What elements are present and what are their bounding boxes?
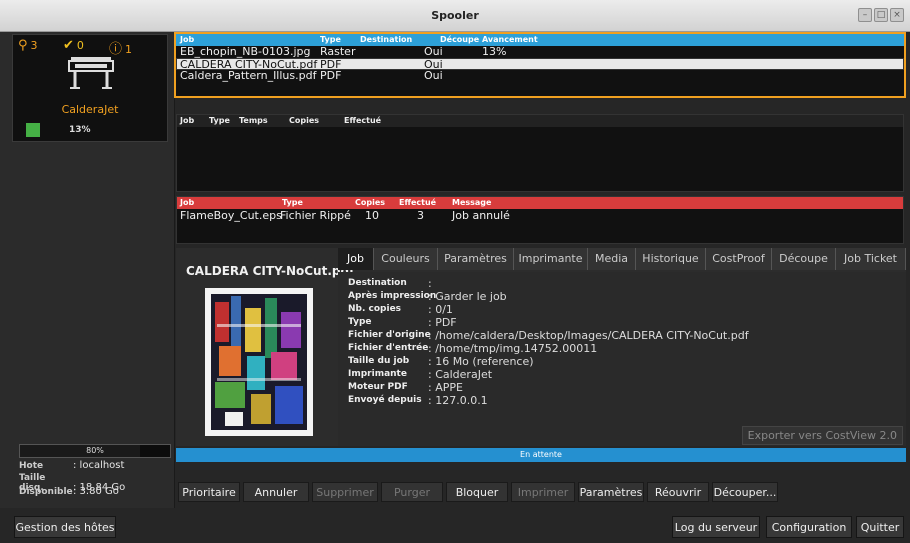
gestion-hotes-button[interactable]: Gestion des hôtes [14, 516, 116, 538]
title-bar: Spooler – □ × [0, 0, 910, 32]
host-row: Hote: localhost [19, 460, 125, 471]
info-moteur-pdf: Moteur PDF: APPE [348, 381, 463, 394]
maximize-icon[interactable]: □ [874, 8, 888, 22]
done-stat: ✔ 0 [63, 38, 84, 53]
job-title: CALDERA CITY-NoCut.pdf [186, 264, 355, 278]
annuler-button[interactable]: Annuler [243, 482, 309, 502]
error-queue-table[interactable]: Job Type Copies Effectué Message FlameBo… [176, 196, 904, 244]
window-title: Spooler [431, 9, 479, 22]
tab-media[interactable]: Media [588, 248, 636, 270]
table-row[interactable]: EB_chopin_NB-0103.jpg Raster Oui 13% [176, 45, 904, 58]
table-row[interactable]: Caldera_Pattern_Illus.pdf PDF Oui [176, 69, 904, 82]
reouvrir-button[interactable]: Réouvrir [647, 482, 709, 502]
purger-button[interactable]: Purger [381, 482, 443, 502]
info-nb-copies: Nb. copies: 0/1 [348, 303, 453, 316]
imprimer-button[interactable]: Imprimer [511, 482, 575, 502]
printer-card[interactable]: ⚲ 3 ✔ 0 ⓘ 1 CalderaJet 13% [12, 34, 168, 142]
close-icon[interactable]: × [890, 8, 904, 22]
printer-progress-indicator [26, 123, 40, 137]
job-details: CALDERA CITY-NoCut.pdf Job Couleurs Para… [176, 248, 906, 446]
tab-job-ticket[interactable]: Job Ticket [836, 248, 906, 270]
tab-job[interactable]: Job [338, 248, 374, 270]
table-row[interactable]: FlameBoy_Cut.eps Fichier Rippé 10 3 Job … [177, 209, 903, 222]
info-imprimante: Imprimante: CalderaJet [348, 368, 493, 381]
tab-parametres[interactable]: Paramètres [438, 248, 514, 270]
done-queue-table[interactable]: Job Type Temps Copies Effectué [176, 114, 904, 192]
supprimer-button[interactable]: Supprimer [312, 482, 378, 502]
disk-usage-text: 80% [86, 446, 104, 455]
info-type: Type: PDF [348, 316, 457, 329]
info-fichier-origine: Fichier d'origine: /home/caldera/Desktop… [348, 329, 749, 342]
printer-icon [68, 57, 114, 89]
active-queue-table[interactable]: Job Type Destination Découpe Avancement … [174, 32, 906, 98]
table-header: Job Type Temps Copies Effectué [177, 115, 903, 127]
details-tabs: Job Couleurs Paramètres Imprimante Media… [338, 248, 906, 270]
table-header: Job Type Copies Effectué Message [177, 197, 903, 209]
info-apres-impression: Après impression: Garder le job [348, 290, 507, 303]
thumbnail-image [211, 294, 307, 430]
info-destination: Destination: [348, 277, 432, 290]
tab-historique[interactable]: Historique [636, 248, 706, 270]
log-serveur-button[interactable]: Log du serveur [672, 516, 760, 538]
configuration-button[interactable]: Configuration [766, 516, 852, 538]
bloquer-button[interactable]: Bloquer [446, 482, 508, 502]
info-envoye-depuis: Envoyé depuis: 127.0.0.1 [348, 394, 488, 407]
info-taille-job: Taille du job: 16 Mo (reference) [348, 355, 534, 368]
export-costview-button[interactable]: Exporter vers CostView 2.0 [741, 426, 903, 445]
job-info-panel: Destination: Après impression: Garder le… [338, 272, 906, 446]
parametres-button[interactable]: Paramètres [578, 482, 644, 502]
tab-imprimante[interactable]: Imprimante [514, 248, 588, 270]
status-text: En attente [520, 450, 562, 459]
info-fichier-entree: Fichier d'entrée: /home/tmp/img.14752.00… [348, 342, 598, 355]
printer-progress: 13% [69, 125, 91, 135]
job-thumbnail[interactable] [205, 288, 313, 436]
disk-usage-bar: 80% [19, 444, 171, 458]
printer-name: CalderaJet [61, 103, 119, 116]
minimize-icon[interactable]: – [858, 8, 872, 22]
check-icon: ✔ [63, 38, 74, 53]
status-bar: En attente [176, 448, 906, 462]
disk-free-row: Disponible: 3.80 Go [19, 486, 119, 497]
decouper-button[interactable]: Découper... [712, 482, 778, 502]
queued-stat: ⚲ 3 [18, 38, 38, 53]
prioritaire-button[interactable]: Prioritaire [178, 482, 240, 502]
quitter-button[interactable]: Quitter [856, 516, 904, 538]
tab-couleurs[interactable]: Couleurs [374, 248, 438, 270]
tab-costproof[interactable]: CostProof [706, 248, 772, 270]
queue-icon: ⚲ [18, 38, 28, 53]
tab-decoupe[interactable]: Découpe [772, 248, 836, 270]
